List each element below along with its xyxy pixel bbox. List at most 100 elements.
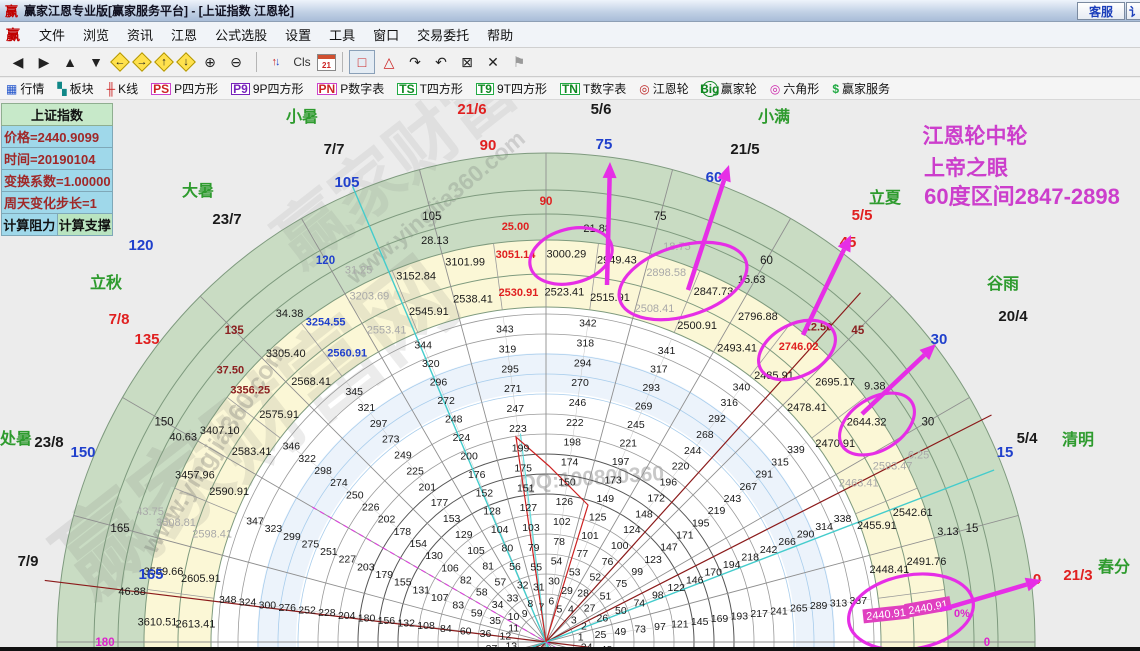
view-button-赢家服务[interactable]: $ 赢家服务 <box>832 80 890 97</box>
menu-item-窗口[interactable]: 窗口 <box>364 26 408 45</box>
wheel-label: 15 <box>997 444 1014 461</box>
pn-icon: PN <box>316 81 338 96</box>
wheel-label: 145 <box>691 616 709 628</box>
view-button-K线[interactable]: ╫ K线 <box>107 80 139 97</box>
wheel-label: 295 <box>501 363 519 375</box>
view-button-板块[interactable]: ▚ 板块 <box>57 80 93 97</box>
zoom-in-icon[interactable]: ⊕ <box>198 51 222 73</box>
wheel-label: 2463.41 <box>839 478 879 490</box>
wheel-label: 194 <box>723 559 741 571</box>
nav-right-icon[interactable]: ▶ <box>32 51 56 73</box>
pan-left-icon[interactable]: ← <box>110 52 130 72</box>
wheel-label: 2644.32 <box>847 417 887 429</box>
wheel-label: 春分 <box>1097 557 1130 576</box>
wheel-label: 3610.51 <box>138 617 178 629</box>
view-button-P四方形[interactable]: PS P四方形 <box>151 80 218 97</box>
calc-resistance-button[interactable]: 计算阻力 <box>1 214 58 236</box>
pan-right-icon[interactable]: → <box>132 52 152 72</box>
wheel-label: 128 <box>483 506 501 518</box>
wheel-label: 33 <box>507 592 519 604</box>
marker-down-icon[interactable]: ▼ <box>84 51 108 73</box>
wheel-label: 170 <box>704 567 722 579</box>
menu-item-浏览[interactable]: 浏览 <box>74 26 118 45</box>
xbox-icon[interactable]: ⊠ <box>455 51 479 73</box>
wheel-label: 清明 <box>1062 431 1094 449</box>
wheel-label: 127 <box>520 502 538 514</box>
customer-service-button[interactable]: 客服 <box>1077 2 1125 20</box>
wheel-label: 195 <box>692 517 710 529</box>
big-icon: Big <box>700 80 720 97</box>
menu-item-交易委托[interactable]: 交易委托 <box>408 26 478 45</box>
wheel-label: 107 <box>431 592 449 604</box>
wheel-label: 319 <box>499 344 517 356</box>
wheel-label: 344 <box>414 339 432 351</box>
wheel-label: 2898.58 <box>646 267 686 279</box>
view-button-行情[interactable]: ▦ 行情 <box>6 80 44 97</box>
wheel-label: 82 <box>460 575 472 587</box>
wheel-label: 52 <box>589 572 601 584</box>
wheel-label: 2560.91 <box>327 348 367 360</box>
dollar-icon: $ <box>832 81 839 96</box>
cls-button[interactable]: Cls <box>289 51 315 73</box>
wheel-label: 7/9 <box>18 553 39 570</box>
menu-item-公式选股[interactable]: 公式选股 <box>206 26 276 45</box>
wheel-label: 27 <box>584 603 596 615</box>
partial-button[interactable]: 讠 <box>1126 2 1140 20</box>
wheel-label: 299 <box>283 531 301 543</box>
wheel-label: 25.00 <box>502 221 530 233</box>
wheel-label: 174 <box>561 457 579 469</box>
view-button-江恩轮[interactable]: ◎ 江恩轮 <box>639 80 689 97</box>
wheel-label: 105 <box>467 545 485 557</box>
view-button-赢家轮[interactable]: Big 赢家轮 <box>700 80 757 97</box>
wheel-label: 275 <box>302 538 320 550</box>
rotate-cw-icon[interactable]: ↷ <box>403 51 427 73</box>
easel-icon[interactable]: ⚑ <box>507 51 531 73</box>
calc-support-button[interactable]: 计算支撑 <box>57 214 113 236</box>
wheel-label: 9.38 <box>864 381 885 393</box>
wheel-label: 315 <box>771 456 789 468</box>
view-button-六角形[interactable]: ◎ 六角形 <box>770 80 820 97</box>
rotate-ccw-icon[interactable]: ↶ <box>429 51 453 73</box>
triangle-tool-icon[interactable]: △ <box>377 51 401 73</box>
wheel-label: 21/3 <box>1063 567 1092 584</box>
wheel-label: 立秋 <box>90 273 123 292</box>
menu-item-江恩[interactable]: 江恩 <box>162 26 206 45</box>
wheel-label: 348 <box>219 594 237 606</box>
menu-item-工具[interactable]: 工具 <box>320 26 364 45</box>
wheel-label: 300 <box>259 599 277 611</box>
wheel-label: 120 <box>316 255 335 267</box>
calendar-icon[interactable]: 21 <box>317 53 336 71</box>
menu-item-帮助[interactable]: 帮助 <box>478 26 522 45</box>
wheel-label: 108 <box>417 620 435 632</box>
updown-arrows-icon[interactable]: ↑ ↓ <box>263 51 287 73</box>
marker-up-icon[interactable]: ▲ <box>58 51 82 73</box>
menu-item-文件[interactable]: 文件 <box>30 26 74 45</box>
view-button-T数字表[interactable]: TN T数字表 <box>559 80 626 97</box>
view-button-9P四方形[interactable]: P9 9P四方形 <box>231 80 304 97</box>
wheel-label: 5/4 <box>1017 430 1039 447</box>
rect-tool-icon[interactable]: □ <box>349 50 375 74</box>
collapse-arrows-icon[interactable]: ✕ <box>481 51 505 73</box>
pan-down-icon[interactable]: ↓ <box>176 52 196 72</box>
zoom-out-icon[interactable]: ⊖ <box>224 51 248 73</box>
wheel-label: 75 <box>654 211 667 223</box>
view-button-9T四方形[interactable]: T9 9T四方形 <box>475 80 547 97</box>
symbol-title: 上证指数 <box>1 103 113 126</box>
view-button-T四方形[interactable]: TS T四方形 <box>397 80 463 97</box>
wheel-label: 2455.91 <box>857 520 897 532</box>
view-button-P数字表[interactable]: PN P数字表 <box>316 80 384 97</box>
menu-item-资讯[interactable]: 资讯 <box>118 26 162 45</box>
wheel-label: 135 <box>225 325 245 337</box>
menu-item-设置[interactable]: 设置 <box>276 26 320 45</box>
wheel-label: 2746.02 <box>779 341 819 353</box>
wheel-label: 224 <box>453 432 471 444</box>
wheel-label: 90 <box>480 137 497 154</box>
wheel-label: 223 <box>509 423 527 435</box>
wheel-label: 98 <box>652 590 664 602</box>
wheel-label: 28.13 <box>421 235 449 247</box>
pan-up-icon[interactable]: ↑ <box>154 52 174 72</box>
wheel-label: 274 <box>330 477 348 489</box>
wheel-label: 立夏 <box>869 188 902 207</box>
target-m-icon: ◎ <box>769 81 781 96</box>
nav-left-icon[interactable]: ◀ <box>6 51 30 73</box>
